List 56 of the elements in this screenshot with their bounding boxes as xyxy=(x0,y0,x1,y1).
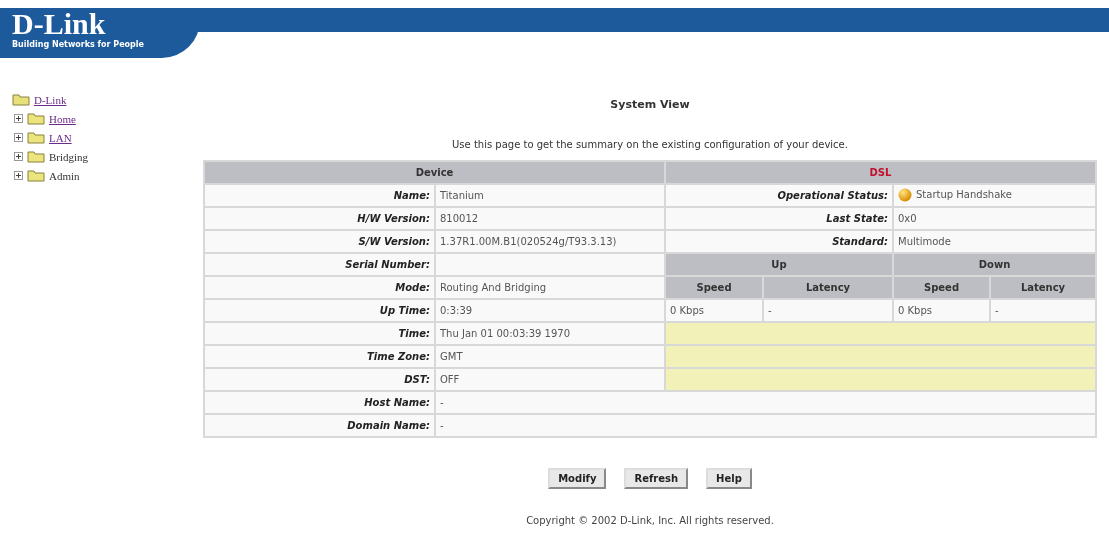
table-cell: S/W Version: xyxy=(204,230,435,253)
copyright-text: Copyright © 2002 D-Link, Inc. All rights reserved. xyxy=(526,515,774,526)
action-button[interactable]: Help xyxy=(706,468,752,489)
table-cell: Name: xyxy=(204,184,435,207)
table-cell: Operational Status: xyxy=(665,184,893,207)
table-header: Device xyxy=(204,161,665,184)
expand-icon[interactable] xyxy=(14,152,23,161)
table-cell: Time: xyxy=(204,322,435,345)
table-cell: Domain Name: xyxy=(204,414,435,437)
logo-text: D-Link xyxy=(12,8,107,40)
status-ball-icon xyxy=(898,187,912,202)
table-header: Up xyxy=(665,253,893,276)
folder-icon xyxy=(27,131,45,144)
table-cell: Up Time: xyxy=(204,299,435,322)
status-text: 0x0 xyxy=(898,213,917,224)
tree-link[interactable]: D-Link xyxy=(34,93,67,106)
table-cell: - xyxy=(435,414,1096,437)
table-cell: H/W Version: xyxy=(204,207,435,230)
expand-icon[interactable] xyxy=(14,114,23,123)
table-cell: 0:3:39 xyxy=(435,299,665,322)
status-text: Multimode xyxy=(898,236,951,247)
table-cell: Mode: xyxy=(204,276,435,299)
table-cell: Host Name: xyxy=(204,391,435,414)
table-cell: OFF xyxy=(435,368,665,391)
table-cell: Last State: xyxy=(665,207,893,230)
page-title: System View xyxy=(610,98,690,111)
table-header: Down xyxy=(893,253,1096,276)
table-cell: 1.37R1.00M.B1(020524g/T93.3.13) xyxy=(435,230,665,253)
table-header: DSL xyxy=(665,161,1096,184)
table-cell: - xyxy=(435,391,1096,414)
folder-icon xyxy=(27,112,45,125)
table-cell: Time Zone: xyxy=(204,345,435,368)
table-cell: Standard: xyxy=(665,230,893,253)
folder-icon xyxy=(27,150,45,163)
table-cell: GMT xyxy=(435,345,665,368)
table-cell: Thu Jan 01 00:03:39 1970 xyxy=(435,322,665,345)
action-button[interactable]: Refresh xyxy=(624,468,689,489)
table-cell: - xyxy=(763,299,893,322)
table-cell: DST: xyxy=(204,368,435,391)
table-cell: Titanium xyxy=(435,184,665,207)
tree-link[interactable]: Admin xyxy=(49,169,80,182)
logo-tagline: Building Networks for People xyxy=(12,40,145,49)
table-cell: Routing And Bridging xyxy=(435,276,665,299)
table-cell: 810012 xyxy=(435,207,665,230)
folder-icon xyxy=(27,169,45,182)
expand-icon[interactable] xyxy=(14,171,23,180)
expand-icon[interactable] xyxy=(14,133,23,142)
status-text: Startup Handshake xyxy=(916,189,1012,200)
page-description: Use this page to get the summary on the existing configuration of your device. xyxy=(452,139,848,150)
table-cell: Serial Number: xyxy=(204,253,435,276)
action-button[interactable]: Modify xyxy=(548,468,607,489)
folder-icon xyxy=(12,93,30,106)
tree-link[interactable]: Bridging xyxy=(49,150,89,163)
table-header: Latency xyxy=(763,276,893,299)
tree-link[interactable]: LAN xyxy=(49,131,72,144)
tree-link[interactable]: Home xyxy=(49,112,76,125)
